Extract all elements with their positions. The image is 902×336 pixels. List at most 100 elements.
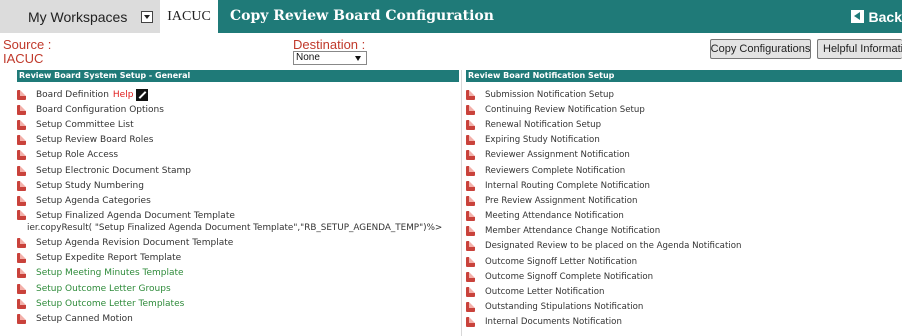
item-label: Member Attendance Change Notification	[485, 226, 661, 237]
destination-selected: None	[296, 52, 320, 63]
list-item[interactable]: Outstanding Stipulations Notification	[466, 300, 902, 315]
item-label: Reviewer Assignment Notification	[485, 150, 630, 161]
document-icon	[466, 271, 475, 282]
document-icon	[466, 287, 475, 298]
list-item[interactable]: Meeting Attendance Notification	[466, 209, 902, 224]
document-icon	[17, 195, 26, 206]
page-title: Copy Review Board Configuration	[230, 8, 494, 24]
item-label: Continuing Review Notification Setup	[485, 104, 645, 115]
item-label: Setup Electronic Document Stamp	[36, 165, 192, 176]
copy-configurations-button[interactable]: Copy Configurations	[710, 39, 811, 59]
helpful-information-button[interactable]: Helpful Information	[817, 39, 902, 59]
back-button[interactable]: Back	[850, 0, 902, 33]
list-item-finalized-agenda[interactable]: Setup Finalized Agenda Document Template…	[17, 209, 457, 236]
item-label: Internal Documents Notification	[485, 317, 622, 328]
document-icon	[466, 89, 475, 100]
item-label: Outcome Letter Notification	[485, 287, 605, 298]
item-label: Outcome Signoff Letter Notification	[485, 256, 638, 267]
source-value: IACUC	[3, 51, 44, 66]
item-label: Renewal Notification Setup	[485, 119, 602, 130]
item-label: Setup Agenda Categories	[36, 195, 151, 206]
document-icon	[17, 104, 26, 115]
help-link[interactable]: Help	[113, 90, 134, 100]
notification-setup-list: Submission Notification Setup Continuing…	[466, 87, 902, 330]
list-item[interactable]: Setup Agenda Categories	[17, 193, 457, 208]
list-item[interactable]: Setup Outcome Letter Groups	[17, 281, 457, 296]
list-item[interactable]: Reviewer Assignment Notification	[466, 148, 902, 163]
item-label: Submission Notification Setup	[485, 89, 614, 100]
item-label: Reviewers Complete Notification	[485, 165, 626, 176]
list-item[interactable]: Renewal Notification Setup	[466, 117, 902, 132]
document-icon	[466, 226, 475, 237]
document-icon	[466, 241, 475, 252]
tab-iacuc-label: IACUC	[167, 8, 211, 24]
list-item[interactable]: Setup Canned Motion	[17, 311, 457, 326]
list-item[interactable]: Setup Expedite Report Template	[17, 251, 457, 266]
document-icon	[17, 165, 26, 176]
document-icon	[466, 119, 475, 130]
item-label: Setup Review Board Roles	[36, 135, 154, 146]
list-item[interactable]: Setup Role Access	[17, 148, 457, 163]
destination-select[interactable]: None	[293, 51, 367, 65]
document-icon	[466, 180, 475, 191]
document-icon	[17, 238, 26, 249]
list-item[interactable]: Expiring Study Notification	[466, 133, 902, 148]
tab-my-workspaces[interactable]: My Workspaces	[0, 0, 160, 33]
general-setup-list: Board Definition Help Board Configuratio…	[17, 87, 457, 327]
list-item[interactable]: Setup Committee List	[17, 117, 457, 132]
list-item[interactable]: Setup Review Board Roles	[17, 133, 457, 148]
list-item[interactable]: Member Attendance Change Notification	[466, 224, 902, 239]
document-icon	[466, 211, 475, 222]
item-label: Setup Canned Motion	[36, 314, 133, 325]
document-icon	[17, 268, 26, 279]
document-icon	[466, 104, 475, 115]
item-label: Setup Role Access	[36, 150, 119, 161]
document-icon	[17, 89, 26, 100]
dropdown-icon[interactable]	[141, 10, 154, 23]
right-panel-header: Review Board Notification Setup	[466, 70, 902, 82]
destination-label: Destination :	[293, 37, 366, 52]
document-icon	[466, 135, 475, 146]
document-icon	[17, 314, 26, 325]
item-label: Setup Outcome Letter Templates	[36, 298, 185, 309]
list-item[interactable]: Board Configuration Options	[17, 102, 457, 117]
list-item[interactable]: Continuing Review Notification Setup	[466, 102, 902, 117]
item-label: Setup Meeting Minutes Template	[36, 268, 184, 279]
tab-iacuc[interactable]: IACUC	[160, 0, 218, 33]
list-item[interactable]: Setup Study Numbering	[17, 178, 457, 193]
item-label: Internal Routing Complete Notification	[485, 180, 650, 191]
document-icon	[466, 256, 475, 267]
document-icon	[466, 165, 475, 176]
list-item[interactable]: Internal Documents Notification	[466, 315, 902, 330]
list-item[interactable]: Setup Agenda Revision Document Template	[17, 236, 457, 251]
list-item[interactable]: Outcome Signoff Complete Notification	[466, 269, 902, 284]
edit-icon[interactable]	[136, 88, 149, 101]
list-item[interactable]: Outcome Signoff Letter Notification	[466, 254, 902, 269]
item-label: Meeting Attendance Notification	[485, 211, 624, 222]
item-label: Setup Committee List	[36, 119, 134, 130]
document-icon	[17, 150, 26, 161]
list-item[interactable]: Internal Routing Complete Notification	[466, 178, 902, 193]
top-bar: My Workspaces IACUC Copy Review Board Co…	[0, 0, 902, 33]
list-item[interactable]: Setup Outcome Letter Templates	[17, 296, 457, 311]
list-item[interactable]: Outcome Letter Notification	[466, 284, 902, 299]
left-panel-header: Review Board System Setup - General	[17, 70, 459, 82]
document-icon	[17, 135, 26, 146]
item-label: Outstanding Stipulations Notification	[485, 302, 644, 313]
list-item[interactable]: Reviewers Complete Notification	[466, 163, 902, 178]
list-item-board-definition[interactable]: Board Definition Help	[17, 87, 457, 102]
document-icon	[17, 283, 26, 294]
item-label: Setup Agenda Revision Document Template	[36, 238, 234, 249]
item-label: Designated Review to be placed on the Ag…	[485, 241, 742, 252]
source-label: Source :	[3, 37, 52, 52]
list-item[interactable]: Setup Electronic Document Stamp	[17, 163, 457, 178]
item-label: Setup Outcome Letter Groups	[36, 283, 171, 294]
list-item[interactable]: Setup Meeting Minutes Template	[17, 266, 457, 281]
item-label: Setup Expedite Report Template	[36, 253, 182, 264]
list-item[interactable]: Designated Review to be placed on the Ag…	[466, 239, 902, 254]
item-label: Pre Review Assignment Notification	[485, 195, 638, 206]
document-icon	[466, 317, 475, 328]
item-label: Setup Finalized Agenda Document Template	[36, 210, 235, 221]
list-item[interactable]: Pre Review Assignment Notification	[466, 193, 902, 208]
list-item[interactable]: Submission Notification Setup	[466, 87, 902, 102]
